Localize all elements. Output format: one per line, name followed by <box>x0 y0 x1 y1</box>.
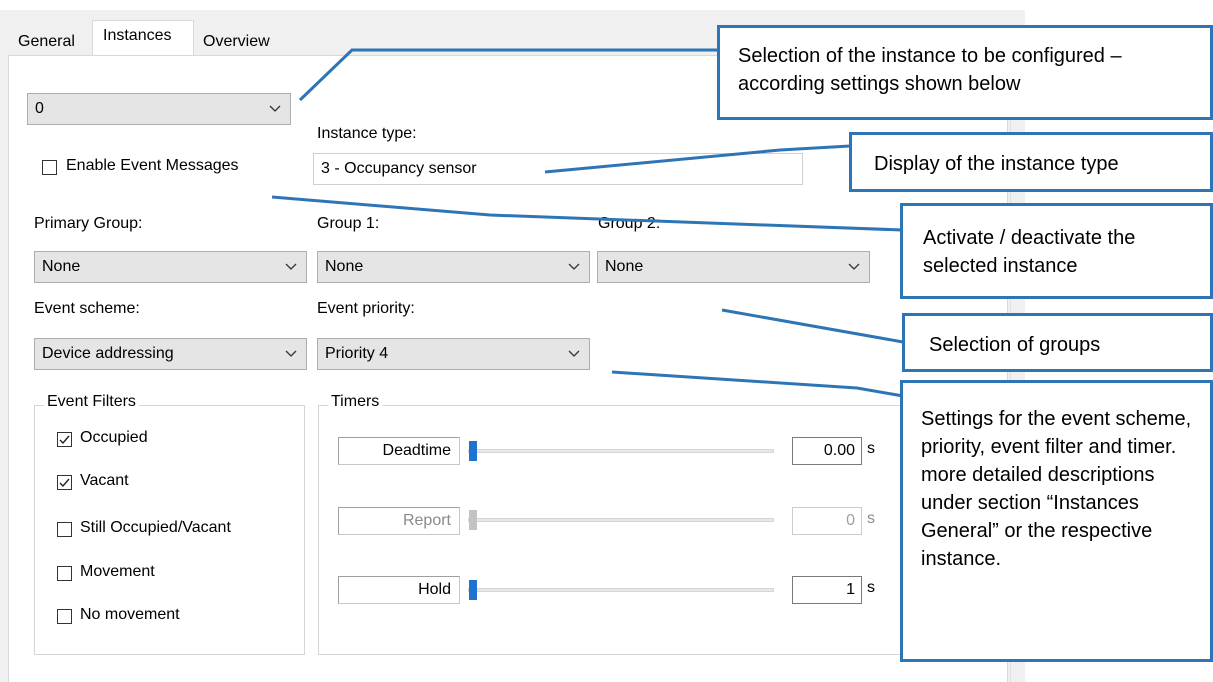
report-label: Report <box>338 507 460 535</box>
tab-instances[interactable]: Instances <box>103 26 171 46</box>
chevron-down-icon <box>269 105 281 112</box>
instance-type-label: Instance type: <box>317 125 417 142</box>
deadtime-label: Deadtime <box>338 437 460 465</box>
hold-unit: s <box>867 579 875 596</box>
callout-settings: Settings for the event scheme, priority,… <box>900 380 1213 662</box>
no-movement-label: No movement <box>80 606 180 623</box>
hold-slider-thumb[interactable] <box>469 580 477 600</box>
group1-value: None <box>325 258 364 275</box>
instance-type-value: 3 - Occupancy sensor <box>321 160 477 177</box>
instance-select-value: 0 <box>35 100 44 117</box>
chevron-down-icon <box>285 350 297 357</box>
callout-activate: Activate / deactivate the selected insta… <box>900 203 1213 299</box>
report-value-input: 0 <box>792 507 862 535</box>
instance-type-field: 3 - Occupancy sensor <box>313 153 803 185</box>
event-scheme-label: Event scheme: <box>34 300 140 317</box>
primary-group-value: None <box>42 258 81 275</box>
callout-groups: Selection of groups <box>902 313 1213 372</box>
chevron-down-icon <box>568 350 580 357</box>
group1-select[interactable]: None <box>317 251 590 283</box>
event-scheme-value: Device addressing <box>42 345 174 362</box>
enable-event-messages-label: Enable Event Messages <box>66 157 239 174</box>
group1-label: Group 1: <box>317 215 380 232</box>
still-occupied-vacant-checkbox[interactable] <box>57 522 72 537</box>
deadtime-slider-thumb[interactable] <box>469 441 477 461</box>
movement-label: Movement <box>80 563 155 580</box>
hold-label: Hold <box>338 576 460 604</box>
checkmark-icon <box>59 435 70 445</box>
tab-general[interactable]: General <box>18 32 75 52</box>
still-occupied-vacant-label: Still Occupied/Vacant <box>80 519 231 536</box>
primary-group-select[interactable]: None <box>34 251 307 283</box>
event-priority-label: Event priority: <box>317 300 415 317</box>
tab-overview[interactable]: Overview <box>203 32 270 52</box>
event-filters-title: Event Filters <box>44 393 139 411</box>
deadtime-slider-track[interactable] <box>468 449 774 453</box>
no-movement-checkbox[interactable] <box>57 609 72 624</box>
primary-group-label: Primary Group: <box>34 215 143 232</box>
report-slider-thumb <box>469 510 477 530</box>
chevron-down-icon <box>568 263 580 270</box>
occupied-checkbox[interactable] <box>57 432 72 447</box>
vacant-label: Vacant <box>80 472 129 489</box>
vacant-checkbox[interactable] <box>57 475 72 490</box>
event-scheme-select[interactable]: Device addressing <box>34 338 307 370</box>
chevron-down-icon <box>848 263 860 270</box>
chevron-down-icon <box>285 263 297 270</box>
instance-select[interactable]: 0 <box>27 93 291 125</box>
report-unit: s <box>867 510 875 527</box>
hold-value-input[interactable]: 1 <box>792 576 862 604</box>
event-priority-select[interactable]: Priority 4 <box>317 338 590 370</box>
report-slider-track <box>468 518 774 522</box>
callout-instance-type: Display of the instance type <box>849 132 1213 192</box>
timers-title: Timers <box>328 393 383 411</box>
movement-checkbox[interactable] <box>57 566 72 581</box>
group2-label: Group 2: <box>598 215 661 232</box>
deadtime-unit: s <box>867 440 875 457</box>
occupied-label: Occupied <box>80 429 148 446</box>
callout-instance-selection: Selection of the instance to be configur… <box>717 25 1213 120</box>
deadtime-value-input[interactable]: 0.00 <box>792 437 862 465</box>
group2-value: None <box>605 258 644 275</box>
group2-select[interactable]: None <box>597 251 870 283</box>
hold-slider-track[interactable] <box>468 588 774 592</box>
checkmark-icon <box>59 478 70 488</box>
enable-event-messages-checkbox[interactable] <box>42 160 57 175</box>
event-priority-value: Priority 4 <box>325 345 389 362</box>
